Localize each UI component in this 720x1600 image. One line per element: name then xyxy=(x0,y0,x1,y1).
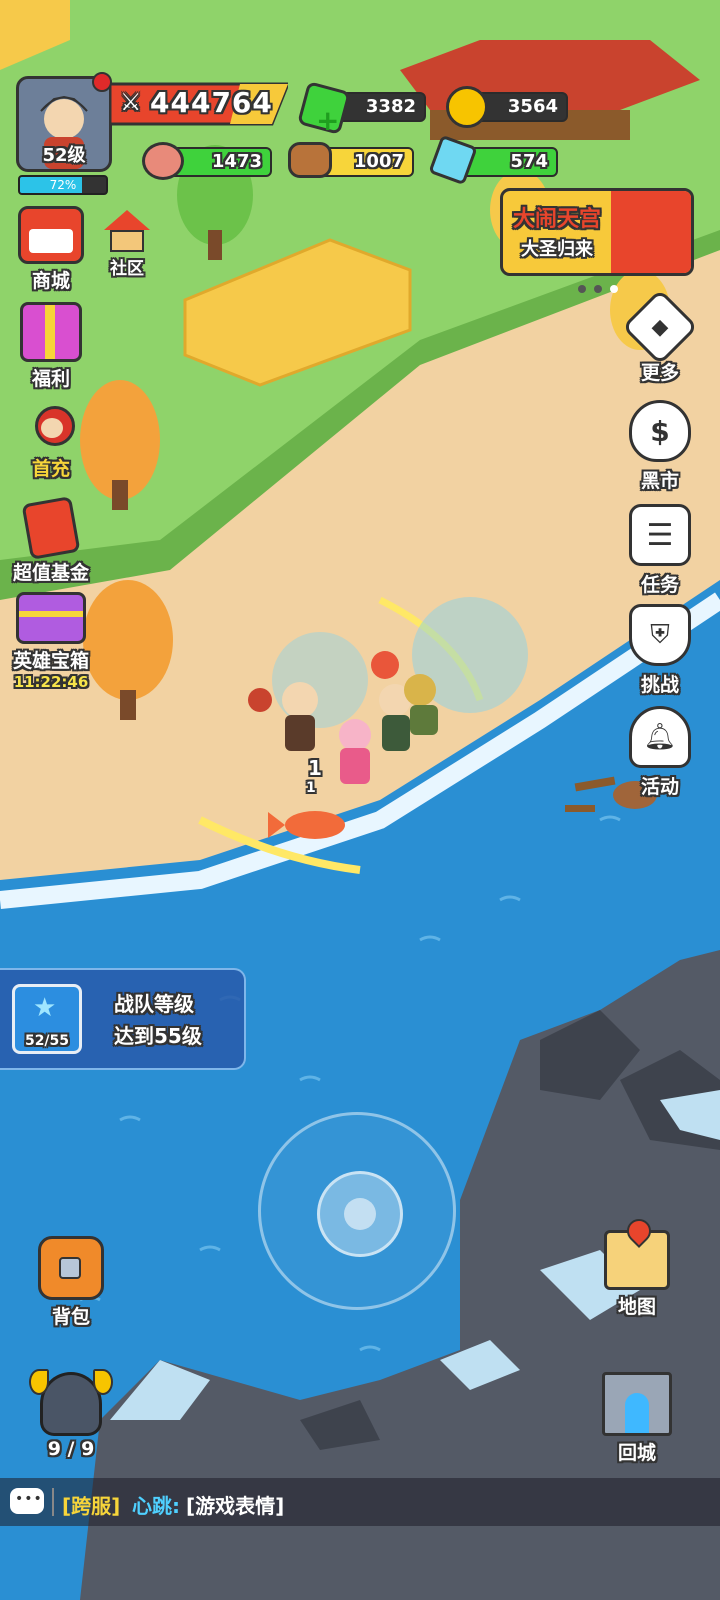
more-button[interactable]: ◆ 更多 xyxy=(620,288,700,385)
quest-panel[interactable]: ★ 52/55 战队等级 达到55级 xyxy=(0,968,246,1070)
community-button[interactable]: 社区 xyxy=(82,210,172,279)
virtual-joystick[interactable] xyxy=(258,1112,456,1310)
task-list-icon: ☰ xyxy=(629,504,691,566)
squad-button[interactable]: 9 / 9 xyxy=(26,1369,116,1460)
tasks-button[interactable]: ☰ 任务 xyxy=(620,504,700,597)
bag-label: 背包 xyxy=(51,1306,90,1328)
challenge-button[interactable]: ⛨ 挑战 xyxy=(620,604,700,697)
event-banner[interactable]: 大闹天宫 大圣归来 xyxy=(500,188,694,276)
meat-icon xyxy=(142,142,184,180)
helmet-icon xyxy=(29,1369,113,1436)
squad-count: 9 / 9 xyxy=(47,1438,95,1460)
castle-gate-icon xyxy=(602,1372,672,1436)
backpack-icon xyxy=(38,1236,104,1300)
house-icon xyxy=(104,210,150,252)
shield-icon: ⛨ xyxy=(629,604,691,666)
gold-coin-icon xyxy=(446,86,488,128)
chat-bubble-icon[interactable]: ••• xyxy=(10,1488,44,1514)
wood-value: 1007 xyxy=(353,151,404,172)
bell-icon: 🔔︎ xyxy=(629,706,691,768)
meat-value: 1473 xyxy=(211,151,262,172)
more-label: 更多 xyxy=(640,362,679,384)
crystal-value: 574 xyxy=(510,151,548,172)
challenge-label: 挑战 xyxy=(640,674,679,696)
chat-sender: 心跳: xyxy=(132,1494,180,1518)
damage-number: 1 xyxy=(306,780,316,796)
return-city-label: 回城 xyxy=(617,1442,656,1464)
bag-button[interactable]: 背包 xyxy=(26,1236,116,1329)
more-grid-icon: ◆ xyxy=(621,288,699,366)
gem-plus-icon[interactable]: + xyxy=(316,104,339,137)
gold-value: 3564 xyxy=(507,96,558,117)
fund-card-icon xyxy=(21,496,81,560)
gift-icon xyxy=(20,302,82,362)
fund-button[interactable]: 超值基金 xyxy=(6,496,96,585)
damage-number: 1 xyxy=(308,756,322,780)
notification-dot xyxy=(92,72,112,92)
gem-value: 3382 xyxy=(365,96,416,117)
hero-chest-label: 英雄宝箱 xyxy=(12,650,89,672)
map-label: 地图 xyxy=(617,1296,656,1318)
event-subtitle: 大圣归来 xyxy=(521,239,593,260)
quest-line2: 达到55级 xyxy=(114,1024,202,1048)
first-charge-button[interactable]: 首充 xyxy=(6,402,96,481)
chat-channel: [跨服] xyxy=(62,1494,121,1518)
chat-bar[interactable]: ••• [跨服] 心跳: [游戏表情] xyxy=(0,1478,720,1526)
activity-label: 活动 xyxy=(640,776,679,798)
exp-bar: 72% xyxy=(18,175,108,195)
treasure-chest-icon xyxy=(16,592,86,644)
fund-label: 超值基金 xyxy=(12,562,89,584)
hero-girl-icon xyxy=(23,402,79,452)
welfare-button[interactable]: 福利 xyxy=(6,302,96,391)
tasks-label: 任务 xyxy=(640,574,679,596)
welfare-label: 福利 xyxy=(31,368,70,390)
return-city-button[interactable]: 回城 xyxy=(592,1372,682,1465)
wood-log-icon xyxy=(288,142,332,178)
shop-icon xyxy=(18,206,84,264)
quest-line1: 战队等级 xyxy=(114,992,194,1016)
community-label: 社区 xyxy=(110,259,144,279)
power-banner: ⚔ 444764 xyxy=(110,82,288,126)
swords-icon: ⚔ xyxy=(120,88,142,116)
player-level: 52级 xyxy=(42,145,86,166)
power-value: 444764 xyxy=(150,86,273,119)
black-market-button[interactable]: $ 黑市 xyxy=(620,400,700,493)
banner-page-dots xyxy=(578,278,618,297)
exp-percent: 72% xyxy=(49,178,77,192)
event-title: 大闹天宫 xyxy=(513,207,602,232)
hero-chest-button[interactable]: 英雄宝箱 11:22:46 xyxy=(6,592,96,691)
map-icon xyxy=(604,1214,670,1290)
money-bag-icon: $ xyxy=(629,400,691,462)
first-charge-label: 首充 xyxy=(31,458,70,480)
chat-message: [游戏表情] xyxy=(186,1494,285,1518)
hero-chest-timer: 11:22:46 xyxy=(13,673,89,691)
map-button[interactable]: 地图 xyxy=(592,1214,682,1319)
quest-scroll-icon: ★ 52/55 xyxy=(12,984,82,1054)
quest-progress: 52/55 xyxy=(24,1033,70,1049)
activity-button[interactable]: 🔔︎ 活动 xyxy=(620,706,700,799)
joystick-knob[interactable] xyxy=(317,1171,403,1257)
black-market-label: 黑市 xyxy=(640,470,679,492)
